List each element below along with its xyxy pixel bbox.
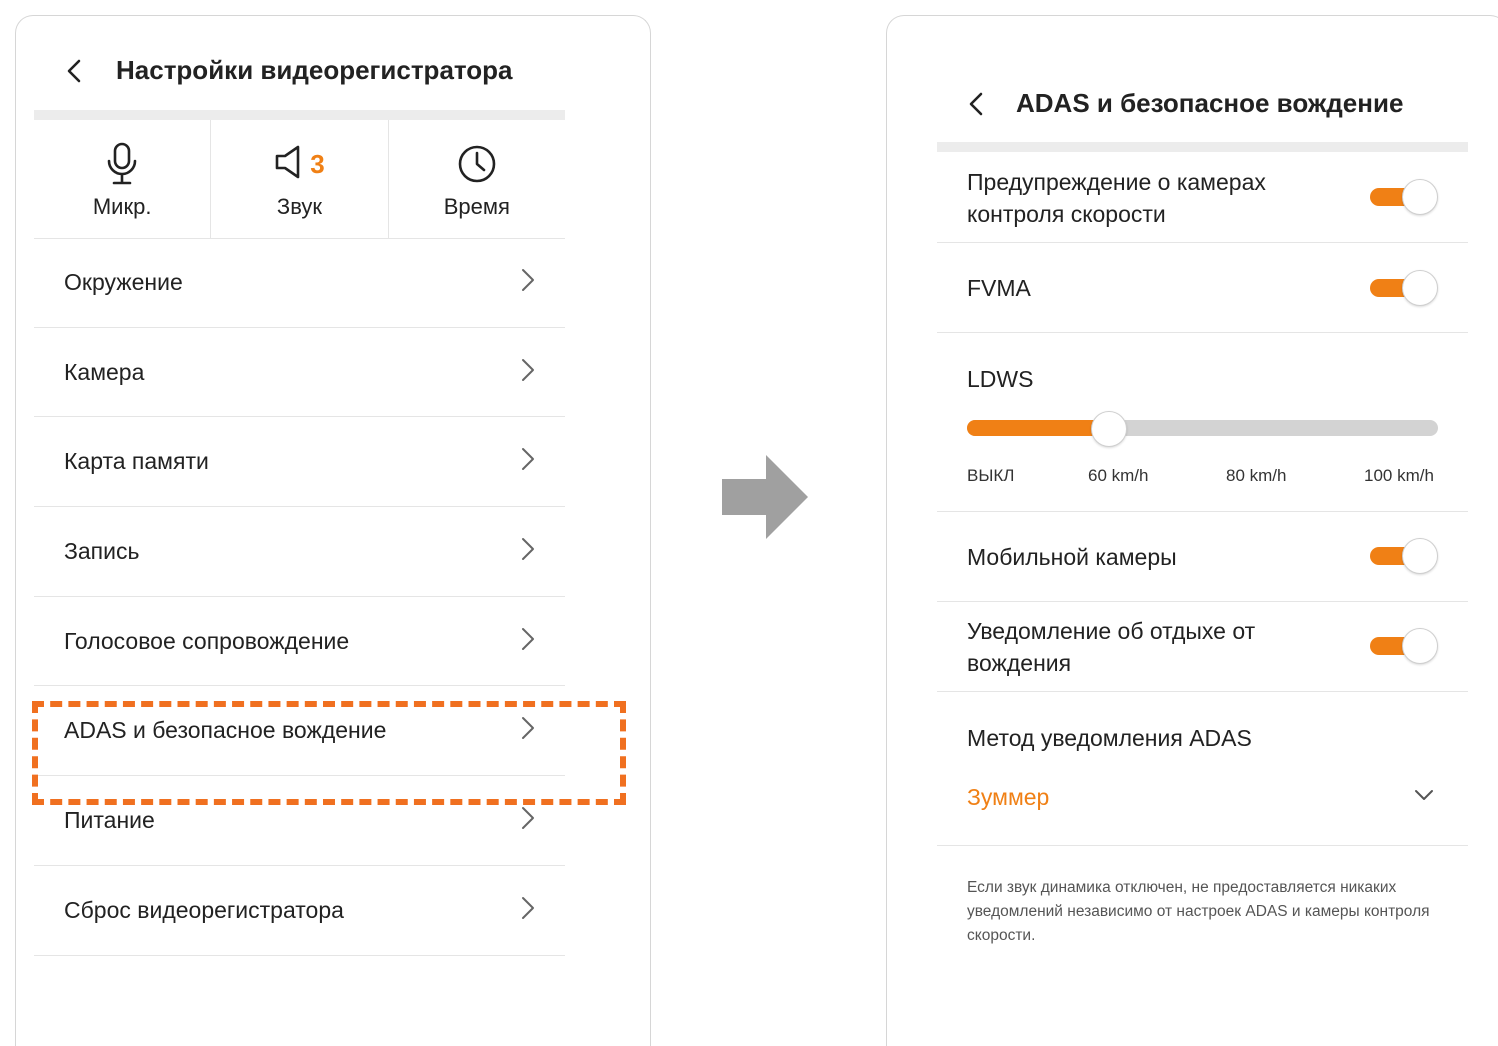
menu-item-label: Запись <box>64 537 140 564</box>
menu-item-label: ADAS и безопасное вождение <box>64 717 387 744</box>
ldws-slider-fill <box>967 420 1109 436</box>
menu-item-adas[interactable]: ADAS и безопасное вождение <box>34 686 565 777</box>
clock-icon <box>457 142 497 186</box>
fvma-toggle[interactable] <box>1370 270 1438 306</box>
back-chevron-icon[interactable] <box>62 58 88 84</box>
mobile-camera-row: Мобильной камеры <box>937 512 1468 602</box>
adas-notification-method-row[interactable]: Метод уведомления ADAS Зуммер <box>937 692 1468 846</box>
volume-level-badge: 3 <box>310 148 325 179</box>
chevron-right-icon <box>521 447 535 476</box>
speed-camera-warning-row: Предупреждение о камерах контроля скорос… <box>937 152 1468 243</box>
sound-icon-group: 3 <box>274 142 325 186</box>
ldws-tick-60: 60 km/h <box>1088 466 1149 485</box>
menu-item-environment[interactable]: Окружение <box>34 238 565 328</box>
menu-item-power[interactable]: Питание <box>34 776 565 866</box>
mobile-camera-toggle[interactable] <box>1370 538 1438 574</box>
menu-item-label: Камера <box>64 358 145 385</box>
adas-method-label: Метод уведомления ADAS <box>967 725 1252 751</box>
sound-label: Звук <box>276 194 323 219</box>
menu-item-label: Голосовое сопровождение <box>64 627 350 654</box>
rest-reminder-toggle[interactable] <box>1370 628 1438 664</box>
adas-header: ADAS и безопасное вождение <box>964 88 1403 119</box>
chevron-right-icon <box>521 358 535 387</box>
menu-item-voice-guidance[interactable]: Голосовое сопровождение <box>34 597 565 687</box>
navigation-arrow-icon <box>722 455 810 544</box>
menu-item-label: Сброс видеорегистратора <box>64 896 344 923</box>
speed-camera-warning-label: Предупреждение о камерах контроля скорос… <box>967 169 1266 227</box>
menu-item-reset[interactable]: Сброс видеорегистратора <box>34 866 565 956</box>
ldws-tick-80: 80 km/h <box>1226 466 1287 485</box>
rest-reminder-label: Уведомление об отдыхе от вождения <box>967 618 1256 676</box>
page-title: ADAS и безопасное вождение <box>1016 88 1404 118</box>
menu-item-memory-card[interactable]: Карта памяти <box>34 417 565 508</box>
chevron-right-icon <box>521 627 535 656</box>
menu-item-label: Питание <box>64 806 155 833</box>
menu-item-recording[interactable]: Запись <box>34 507 565 597</box>
back-chevron-icon[interactable] <box>964 91 990 117</box>
menu-item-camera[interactable]: Камера <box>34 328 565 418</box>
ldws-tick-off: ВЫКЛ <box>967 466 1015 485</box>
ldws-row: LDWS ВЫКЛ 60 km/h 80 km/h 100 km/h <box>937 333 1468 512</box>
chevron-down-icon[interactable] <box>1414 788 1434 806</box>
chevron-right-icon <box>521 268 535 297</box>
sound-quick-button[interactable]: 3 Звук <box>210 120 387 238</box>
mic-quick-button[interactable]: Микр. <box>34 120 210 238</box>
mobile-camera-label: Мобильной камеры <box>967 544 1177 570</box>
header-divider <box>937 142 1468 152</box>
chevron-right-icon <box>521 896 535 925</box>
quick-settings-row: Микр. 3 Звук Время <box>34 120 565 239</box>
ldws-label: LDWS <box>967 366 1034 392</box>
chevron-right-icon <box>521 537 535 566</box>
microphone-icon <box>104 142 140 186</box>
adas-method-value[interactable]: Зуммер <box>967 784 1049 811</box>
header-divider <box>34 110 565 120</box>
page-title: Настройки видеорегистратора <box>116 55 513 85</box>
chevron-right-icon <box>521 716 535 745</box>
rest-reminder-row: Уведомление об отдыхе от вождения <box>937 602 1468 692</box>
time-label: Время <box>443 194 510 219</box>
speaker-icon <box>274 144 308 185</box>
menu-item-label: Карта памяти <box>64 448 209 475</box>
fvma-label: FVMA <box>967 275 1031 301</box>
speaker-off-note: Если звук динамика отключен, не предоста… <box>967 879 1430 944</box>
time-quick-button[interactable]: Время <box>387 120 565 238</box>
speed-camera-toggle[interactable] <box>1370 179 1438 215</box>
menu-item-label: Окружение <box>64 268 183 295</box>
ldws-slider-track[interactable] <box>967 420 1438 436</box>
settings-menu-list: Окружение Камера Карта памяти Запись Гол… <box>34 238 565 956</box>
settings-header: Настройки видеорегистратора <box>62 55 513 86</box>
mic-label: Микр. <box>92 194 152 219</box>
ldws-tick-100: 100 km/h <box>1364 466 1434 485</box>
chevron-right-icon <box>521 806 535 835</box>
ldws-slider-handle[interactable] <box>1091 411 1128 447</box>
fvma-row: FVMA <box>937 243 1468 333</box>
